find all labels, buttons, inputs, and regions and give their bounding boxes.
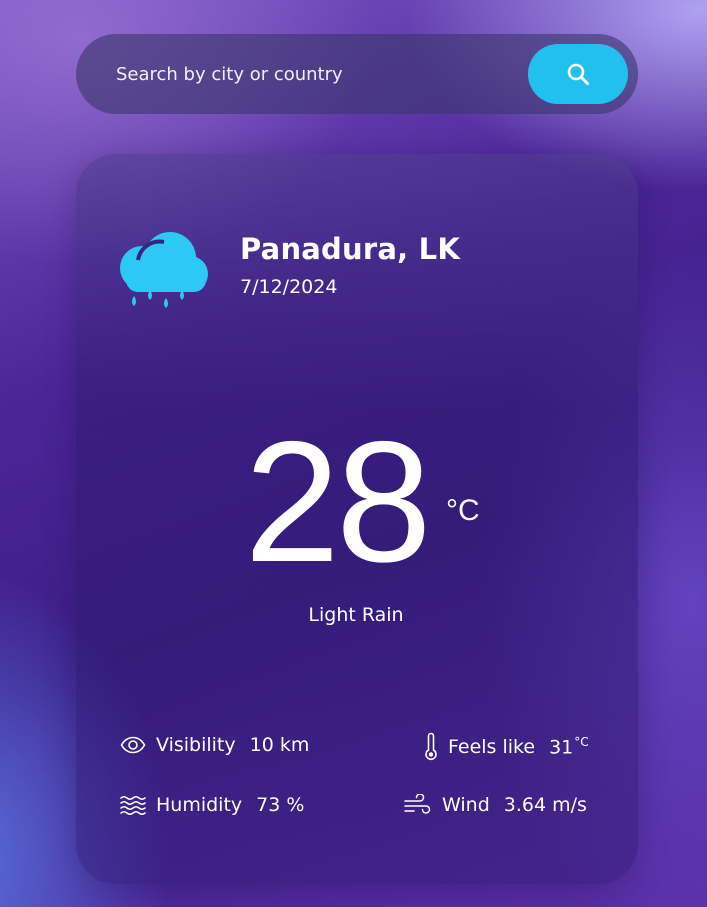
wind-icon <box>404 794 431 814</box>
temperature-unit: °C <box>446 494 480 527</box>
location-title: Panadura, LK <box>240 232 460 266</box>
search-bar <box>76 34 638 114</box>
feels-like-label: Feels like <box>448 736 536 758</box>
search-input[interactable] <box>116 52 516 96</box>
search-button[interactable] <box>528 44 628 104</box>
search-icon <box>567 63 589 85</box>
weather-card: Panadura, LK 7/12/2024 28 °C Light Rain … <box>76 154 638 884</box>
stat-visibility: Visibility 10 km <box>120 734 309 756</box>
thermometer-icon <box>425 732 437 761</box>
humidity-label: Humidity <box>156 794 243 816</box>
feels-like-number: 31 <box>549 736 574 759</box>
visibility-value: 10 km <box>249 734 310 756</box>
date-label: 7/12/2024 <box>240 276 338 298</box>
cloud-rain-icon <box>120 232 208 308</box>
visibility-label: Visibility <box>156 734 236 756</box>
wind-value: 3.64 m/s <box>503 794 587 816</box>
humidity-value: 73 % <box>256 794 305 816</box>
waves-icon <box>120 796 146 815</box>
stat-feels-like: Feels like 31°C <box>424 732 589 762</box>
feels-like-value: 31°C <box>549 735 589 758</box>
stat-wind: Wind 3.64 m/s <box>404 794 587 816</box>
wind-label: Wind <box>442 794 490 816</box>
eye-icon <box>120 736 146 754</box>
feels-like-unit: °C <box>574 735 589 750</box>
stat-humidity: Humidity 73 % <box>120 794 304 816</box>
temperature-value: 28 <box>244 406 431 598</box>
condition-label: Light Rain <box>308 604 404 626</box>
